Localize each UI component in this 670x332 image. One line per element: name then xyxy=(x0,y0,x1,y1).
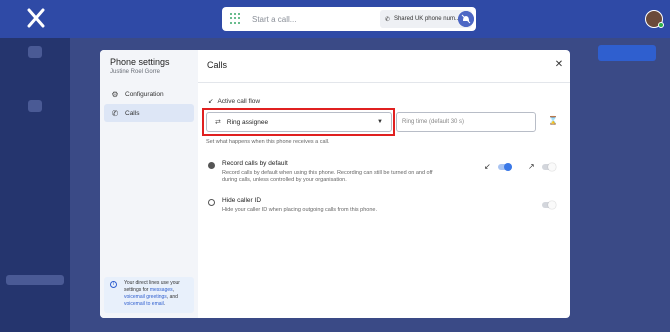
arrow-down-left-icon: ↙ xyxy=(208,98,214,105)
hide-caller-id-title: Hide caller ID xyxy=(222,197,262,204)
record-outbound-toggle[interactable] xyxy=(542,163,556,171)
left-rail xyxy=(0,38,70,332)
phone-icon: ✆ xyxy=(111,108,119,118)
page-title: Calls xyxy=(207,60,228,70)
inbound-arrow-icon: ↙ xyxy=(484,162,491,171)
info-icon: i xyxy=(110,281,117,288)
divider xyxy=(198,82,570,83)
voicemail-to-email-link[interactable]: voicemail to email xyxy=(124,301,164,307)
voicemail-greetings-link[interactable]: voicemail greetings xyxy=(124,294,167,300)
call-flow-hint: Set what happens when this phone receive… xyxy=(206,139,330,145)
dialpad-icon[interactable] xyxy=(230,13,240,25)
phone-icon: ✆ xyxy=(384,16,390,23)
record-icon xyxy=(208,162,215,169)
hide-caller-id-toggle[interactable] xyxy=(542,201,556,209)
calls-settings-panel: Calls ✕ ↙ Active call flow ⇄ Ring assign… xyxy=(198,50,570,318)
phone-settings-dialog: Phone settings Justine Roel Gorre ⚙ Conf… xyxy=(100,50,570,318)
settings-sidebar: Phone settings Justine Roel Gorre ⚙ Conf… xyxy=(100,50,198,318)
hide-caller-id-description: Hide your caller ID when placing outgoin… xyxy=(222,207,377,213)
messages-link[interactable]: messages xyxy=(150,287,173,293)
record-calls-title: Record calls by default xyxy=(222,160,288,167)
record-calls-description: Record calls by default when using this … xyxy=(222,170,433,183)
ring-time-group: Ring time (default 30 s) ⌛ xyxy=(396,112,570,132)
highlight-box xyxy=(202,108,395,136)
gear-icon: ⚙ xyxy=(111,89,119,99)
line-selector-label: Shared UK phone num... xyxy=(393,16,460,22)
sidebar-title: Phone settings xyxy=(110,57,170,67)
background-icon xyxy=(28,46,42,58)
hourglass-icon[interactable]: ⌛ xyxy=(548,116,558,125)
block-icon xyxy=(208,199,215,206)
sidebar-item-calls[interactable]: ✆ Calls xyxy=(104,104,194,122)
background-icon xyxy=(28,100,42,112)
direct-lines-info: i Your direct lines use your settings fo… xyxy=(104,277,194,313)
active-call-flow-label: ↙ Active call flow xyxy=(208,97,261,106)
app-logo xyxy=(27,8,45,28)
sidebar-item-label: Configuration xyxy=(125,90,164,98)
record-inbound-toggle[interactable] xyxy=(498,163,512,171)
sidebar-item-configuration[interactable]: ⚙ Configuration xyxy=(104,85,194,103)
outbound-arrow-icon: ↗ xyxy=(528,162,535,171)
status-indicator xyxy=(658,22,664,28)
start-call-input[interactable]: Start a call... xyxy=(252,15,380,24)
background-item xyxy=(6,275,64,285)
sidebar-user: Justine Roel Gorre xyxy=(110,69,161,75)
close-icon[interactable]: ✕ xyxy=(554,60,564,70)
background-button xyxy=(598,45,656,61)
start-call-box[interactable]: Start a call... ✆ Shared UK phone num...… xyxy=(222,7,476,31)
do-not-disturb-icon[interactable] xyxy=(458,11,474,27)
ring-time-input[interactable]: Ring time (default 30 s) xyxy=(396,112,536,132)
sidebar-item-label: Calls xyxy=(125,109,140,117)
top-bar: Start a call... ✆ Shared UK phone num...… xyxy=(0,0,670,38)
